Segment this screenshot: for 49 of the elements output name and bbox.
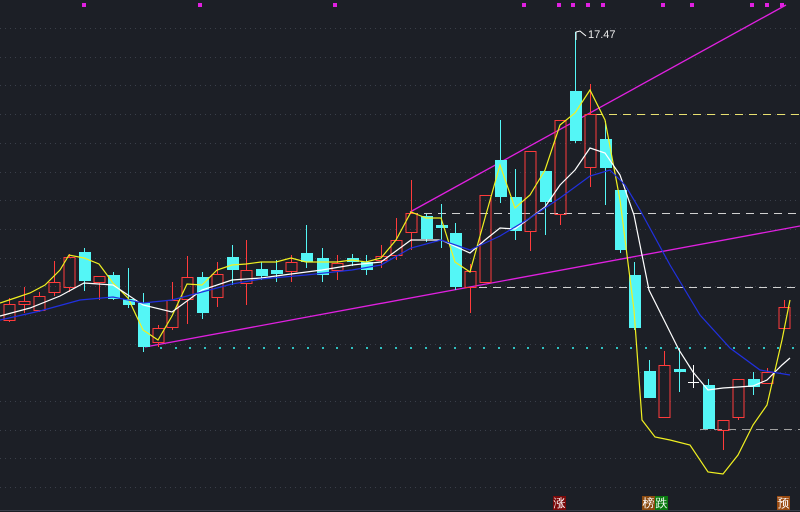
candlestick — [406, 180, 418, 250]
candlestick — [540, 170, 552, 236]
candlestick — [317, 248, 329, 282]
candlestick — [182, 256, 194, 324]
candlestick — [688, 364, 700, 388]
leader-line — [576, 30, 586, 40]
candlestick — [286, 254, 298, 282]
candlestick — [703, 378, 715, 430]
candlestick — [94, 276, 106, 300]
candlestick — [450, 222, 462, 290]
candlestick — [732, 378, 744, 420]
signal-tag: 榜 — [642, 496, 655, 510]
candlestick — [227, 244, 239, 286]
candlestick — [79, 248, 91, 292]
signal-tag: 预 — [777, 496, 790, 510]
candlestick — [166, 282, 178, 330]
candlestick — [18, 286, 30, 314]
candlestick — [464, 264, 476, 314]
candlestick — [510, 168, 522, 240]
candlestick — [436, 204, 448, 248]
signal-tag: 涨 — [553, 496, 566, 510]
candlestick — [376, 244, 388, 268]
candlestick — [748, 372, 760, 396]
signal-tag: 跌 — [655, 496, 668, 510]
candlestick — [778, 300, 790, 329]
candlestick — [658, 350, 670, 418]
candlestick — [240, 240, 252, 306]
candlestick — [361, 254, 373, 276]
candlestick — [48, 260, 60, 296]
candlestick — [762, 368, 774, 384]
candlestick — [674, 348, 686, 392]
candlestick — [4, 298, 16, 322]
candlestick — [332, 254, 344, 280]
candlestick — [629, 262, 641, 330]
candlestick — [301, 224, 313, 268]
candlestick — [138, 292, 150, 352]
candlestick — [271, 260, 283, 282]
candlestick — [644, 360, 656, 398]
candlestick — [390, 218, 402, 260]
candlestick — [123, 268, 135, 308]
candlestick — [256, 262, 268, 280]
candlestick — [212, 262, 224, 308]
candlestick — [152, 324, 164, 348]
candlestick — [347, 254, 359, 266]
candlestick — [64, 254, 76, 292]
candlestick — [718, 420, 730, 450]
high-price-label: 17.47 — [588, 28, 616, 42]
candlestick — [421, 214, 433, 242]
candlestick — [34, 292, 46, 312]
